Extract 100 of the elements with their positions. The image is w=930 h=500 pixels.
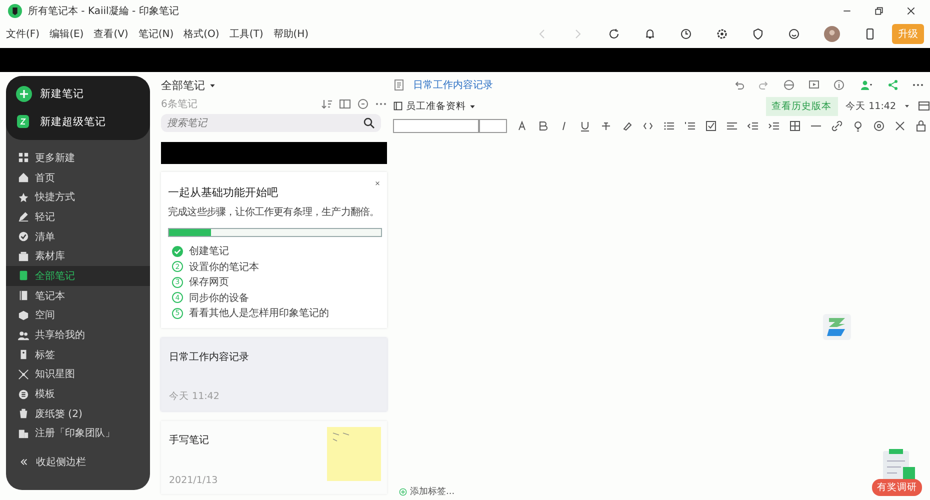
pen-icon	[18, 211, 29, 222]
onboarding-title: 一起从基础功能开始吧	[168, 184, 279, 200]
sidebar-item[interactable]: 注册「印象团队」	[6, 424, 150, 444]
avatar-icon[interactable]	[824, 26, 840, 42]
menu-item[interactable]: 笔记(N)	[138, 27, 174, 41]
sidebar-item[interactable]: 首页	[6, 168, 150, 188]
menu-item[interactable]: 格式(O)	[184, 27, 220, 41]
clock-icon[interactable]	[680, 28, 692, 40]
restore-icon[interactable]	[874, 6, 884, 16]
caret-icon	[209, 82, 216, 89]
note-doc-icon[interactable]	[393, 79, 405, 91]
phone-icon[interactable]	[864, 28, 876, 40]
undo-icon[interactable]	[733, 79, 745, 91]
menu-item[interactable]: 编辑(E)	[50, 27, 84, 41]
note-date: 今天 11:42	[169, 390, 220, 403]
menu-item[interactable]: 文件(F)	[6, 27, 40, 41]
graph-icon	[18, 368, 29, 380]
caret-icon	[469, 102, 476, 110]
font-family-select[interactable]	[393, 119, 479, 133]
sync-icon[interactable]	[608, 28, 620, 40]
indent-icon[interactable]	[768, 120, 780, 132]
new-note-button[interactable]: 新建笔记	[16, 84, 140, 104]
sidebar-item[interactable]: 全部笔记	[6, 266, 150, 286]
search-input[interactable]: 搜索笔记	[167, 118, 363, 128]
link-icon[interactable]	[831, 120, 843, 132]
plus-circle-icon	[399, 488, 407, 496]
menu-item[interactable]: 工具(T)	[229, 27, 264, 41]
sidebar-item[interactable]: 共享给我的	[6, 325, 150, 345]
onboarding-subtitle: 完成这些步骤，让你工作更有条理，生产力翻倍。	[168, 206, 380, 219]
step-link[interactable]: 设置你的笔记本	[189, 260, 259, 274]
sidebar-item[interactable]: 更多新建	[6, 148, 150, 168]
globe-icon[interactable]	[783, 79, 795, 91]
note-time[interactable]: 今天 11:42	[846, 100, 896, 112]
present-icon[interactable]	[808, 79, 820, 91]
step-link[interactable]: 看看其他人是怎样用印象笔记的	[189, 306, 329, 320]
notebook-selector[interactable]: 员工准备资料	[393, 100, 476, 112]
note-title: 日常工作内容记录	[169, 350, 250, 364]
add-tag-button[interactable]: 添加标签...	[399, 485, 455, 498]
panel-icon[interactable]	[918, 100, 930, 112]
strikethrough-icon[interactable]	[600, 120, 612, 132]
code-icon[interactable]	[642, 120, 654, 132]
shield-icon[interactable]	[752, 28, 764, 40]
sort-icon[interactable]	[321, 98, 333, 110]
plus-icon	[16, 86, 32, 102]
step-link[interactable]: 创建笔记	[189, 244, 229, 258]
survey-button[interactable]: 有奖调研	[872, 479, 922, 496]
box-icon	[18, 250, 29, 262]
sidebar-item[interactable]: 空间	[6, 306, 150, 326]
sidebar-item[interactable]: 轻记	[6, 207, 150, 227]
note-date: 2021/1/13	[169, 475, 219, 486]
lightbulb-icon[interactable]	[852, 120, 864, 132]
step-link[interactable]: 保存网页	[189, 275, 229, 290]
align-icon[interactable]	[726, 120, 738, 132]
search-field[interactable]: 搜索笔记	[161, 114, 381, 132]
collapse-sidebar-button[interactable]: 收起侧边栏	[6, 455, 150, 470]
note-count: 6条笔记	[161, 98, 198, 111]
note-card[interactable]: 日常工作内容记录 今天 11:42	[161, 338, 387, 411]
new-super-note-button[interactable]: 新建超级笔记	[16, 112, 140, 132]
text-color-icon[interactable]	[516, 120, 528, 132]
sidebar-item[interactable]: 模板	[6, 384, 150, 404]
table-icon[interactable]	[789, 120, 801, 132]
step-link[interactable]: 同步你的设备	[189, 290, 249, 305]
bullet-list-icon[interactable]	[663, 120, 675, 132]
font-size-select[interactable]	[479, 119, 507, 133]
bold-icon[interactable]	[537, 120, 549, 132]
note-card[interactable]: 手写笔记 2021/1/13	[161, 421, 387, 494]
underline-icon[interactable]	[579, 120, 591, 132]
sidebar-item[interactable]: 知识星图	[6, 364, 150, 384]
checkbox-icon[interactable]	[705, 120, 717, 132]
trash-icon	[18, 408, 29, 420]
close-icon[interactable]	[906, 6, 916, 16]
people-icon	[18, 330, 29, 341]
layout-icon[interactable]	[339, 98, 351, 110]
sidebar-item[interactable]: 废纸篓 (2)	[6, 404, 150, 424]
template-icon	[18, 388, 29, 400]
note-title-link[interactable]: 日常工作内容记录	[413, 78, 493, 92]
outdent-icon[interactable]	[747, 120, 759, 132]
note-title: 手写笔记	[169, 434, 210, 447]
app-shortcut-icon[interactable]	[823, 314, 851, 340]
notebook-icon	[18, 290, 29, 302]
sidebar-item[interactable]: 笔记本	[6, 286, 150, 306]
sidebar-item[interactable]: 素材库	[6, 246, 150, 266]
note-icon	[18, 270, 29, 282]
info-icon[interactable]	[833, 79, 845, 91]
highlighter-icon[interactable]	[621, 120, 633, 132]
cube-icon	[18, 310, 29, 321]
sidebar-item[interactable]: 快捷方式	[6, 187, 150, 208]
close-icon[interactable]	[373, 180, 382, 187]
scissors-icon[interactable]	[894, 120, 906, 132]
menu-item[interactable]: 帮助(H)	[273, 27, 309, 41]
sidebar-item[interactable]: 清单	[6, 226, 150, 246]
smile-icon[interactable]	[788, 28, 800, 40]
sidebar-item[interactable]: 标签	[6, 344, 150, 365]
bell-icon[interactable]	[644, 28, 656, 40]
tag-icon	[18, 349, 29, 360]
numbered-list-icon[interactable]	[684, 120, 696, 132]
notes-heading[interactable]: 全部笔记	[161, 78, 205, 93]
menu-item[interactable]: 查看(V)	[94, 27, 128, 41]
lock-icon[interactable]	[915, 120, 927, 132]
gear-icon[interactable]	[716, 28, 728, 40]
